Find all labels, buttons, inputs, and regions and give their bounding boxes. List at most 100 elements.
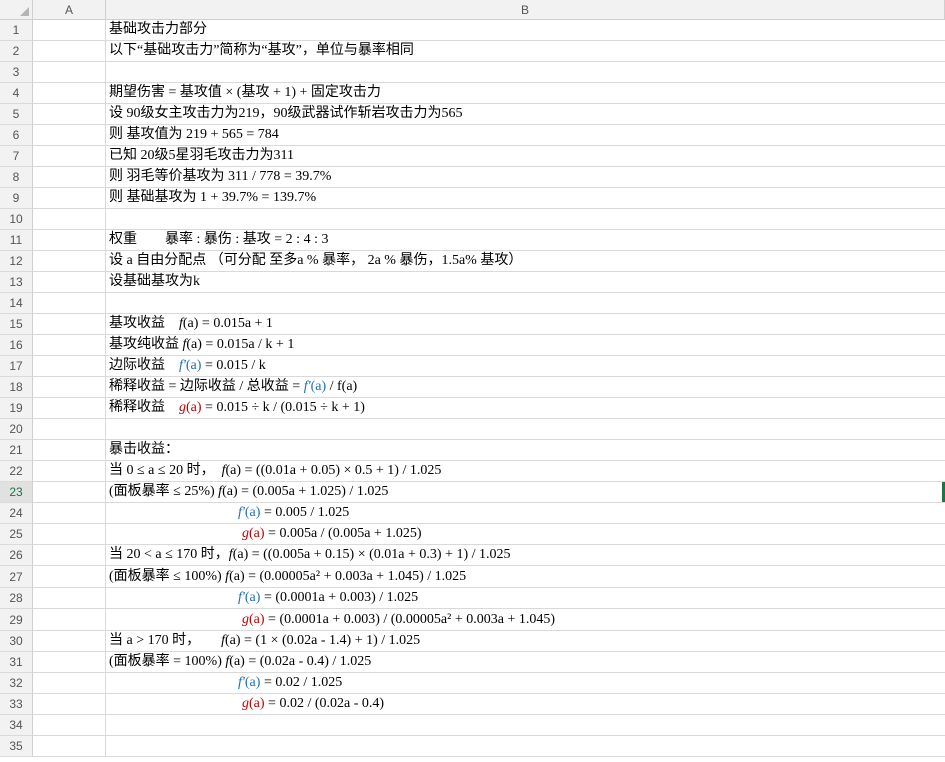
cell-a[interactable] (33, 356, 106, 377)
cell-a[interactable] (33, 419, 106, 440)
cell-b[interactable] (106, 293, 945, 314)
row-header[interactable]: 11 (0, 230, 33, 251)
row-header[interactable]: 22 (0, 461, 33, 482)
cell-b[interactable]: 基攻纯收益 f(a) = 0.015a / k + 1 (106, 335, 945, 356)
cell-a[interactable] (33, 188, 106, 209)
cell-b[interactable]: 设 a 自由分配点 （可分配 至多a % 暴率， 2a % 暴伤，1.5a% 基… (106, 251, 945, 272)
row-header[interactable]: 20 (0, 419, 33, 440)
cell-a[interactable] (33, 715, 106, 736)
row-header[interactable]: 3 (0, 62, 33, 83)
row-header[interactable]: 9 (0, 188, 33, 209)
cell-a[interactable] (33, 41, 106, 62)
cell-a[interactable] (33, 272, 106, 293)
cell-a[interactable] (33, 104, 106, 125)
cell-a[interactable] (33, 673, 106, 694)
cell-b[interactable]: 暴击收益： (106, 440, 945, 461)
row-header[interactable]: 27 (0, 566, 33, 588)
cell-b[interactable]: f'(a) = 0.02 / 1.025 (106, 673, 945, 694)
cell-a[interactable] (33, 524, 106, 545)
cell-a[interactable] (33, 146, 106, 167)
row-header[interactable]: 10 (0, 209, 33, 230)
cell-b[interactable]: 则 羽毛等价基攻为 311 / 778 = 39.7% (106, 167, 945, 188)
row-header[interactable]: 5 (0, 104, 33, 125)
row-header[interactable]: 18 (0, 377, 33, 398)
cell-b[interactable]: g(a) = (0.0001a + 0.003) / (0.00005a² + … (106, 609, 945, 631)
cell-a[interactable] (33, 83, 106, 104)
cell-b[interactable] (106, 715, 945, 736)
row-header[interactable]: 34 (0, 715, 33, 736)
cell-b[interactable]: (面板暴率 ≤ 100%) f(a) = (0.00005a² + 0.003a… (106, 566, 945, 588)
column-header-a[interactable]: A (33, 0, 106, 20)
row-header[interactable]: 23 (0, 482, 33, 503)
row-header[interactable]: 2 (0, 41, 33, 62)
row-header[interactable]: 4 (0, 83, 33, 104)
cell-b[interactable]: 则 基攻值为 219 + 565 = 784 (106, 125, 945, 146)
cell-b[interactable]: (面板暴率 ≤ 25%) f(a) = (0.005a + 1.025) / 1… (106, 482, 945, 503)
cell-b[interactable]: 权重 暴率 : 暴伤 : 基攻 = 2 : 4 : 3 (106, 230, 945, 251)
cell-a[interactable] (33, 652, 106, 673)
cell-b[interactable] (106, 62, 945, 83)
cell-a[interactable] (33, 609, 106, 631)
cell-b[interactable] (106, 209, 945, 230)
cell-a[interactable] (33, 314, 106, 335)
cell-a[interactable] (33, 398, 106, 419)
cell-b[interactable]: f'(a) = (0.0001a + 0.003) / 1.025 (106, 588, 945, 609)
row-header[interactable]: 29 (0, 609, 33, 631)
cell-b[interactable]: 已知 20级5星羽毛攻击力为311 (106, 146, 945, 167)
row-header[interactable]: 28 (0, 588, 33, 609)
cell-b[interactable]: 基础攻击力部分 (106, 20, 945, 41)
cell-a[interactable] (33, 62, 106, 83)
cell-b[interactable]: 边际收益 f'(a) = 0.015 / k (106, 356, 945, 377)
row-header[interactable]: 30 (0, 631, 33, 652)
cell-b[interactable]: 当 0 ≤ a ≤ 20 时， f(a) = ((0.01a + 0.05) ×… (106, 461, 945, 482)
select-all-corner[interactable] (0, 0, 33, 20)
row-header[interactable]: 16 (0, 335, 33, 356)
row-header[interactable]: 15 (0, 314, 33, 335)
row-header[interactable]: 13 (0, 272, 33, 293)
cell-a[interactable] (33, 230, 106, 251)
cell-a[interactable] (33, 209, 106, 230)
cell-b[interactable] (106, 419, 945, 440)
cell-a[interactable] (33, 20, 106, 41)
cell-a[interactable] (33, 461, 106, 482)
cell-b[interactable]: 稀释收益 = 边际收益 / 总收益 = f'(a) / f(a) (106, 377, 945, 398)
cell-a[interactable] (33, 167, 106, 188)
row-header[interactable]: 1 (0, 20, 33, 41)
cell-a[interactable] (33, 482, 106, 503)
cell-a[interactable] (33, 694, 106, 715)
cell-b[interactable]: g(a) = 0.02 / (0.02a - 0.4) (106, 694, 945, 715)
cell-b[interactable]: g(a) = 0.005a / (0.005a + 1.025) (106, 524, 945, 545)
cell-a[interactable] (33, 377, 106, 398)
cell-a[interactable] (33, 545, 106, 566)
row-header[interactable]: 31 (0, 652, 33, 673)
row-header[interactable]: 25 (0, 524, 33, 545)
cell-b[interactable]: 当 a > 170 时， f(a) = (1 × (0.02a - 1.4) +… (106, 631, 945, 652)
cell-b[interactable]: 基攻收益 f(a) = 0.015a + 1 (106, 314, 945, 335)
cell-b[interactable]: 设 90级女主攻击力为219，90级武器试作斩岩攻击力为565 (106, 104, 945, 125)
row-header[interactable]: 32 (0, 673, 33, 694)
cell-b[interactable] (106, 736, 945, 757)
cell-b[interactable]: 则 基础基攻为 1 + 39.7% = 139.7% (106, 188, 945, 209)
cell-b[interactable]: 以下“基础攻击力”简称为“基攻”，单位与暴率相同 (106, 41, 945, 62)
cell-a[interactable] (33, 588, 106, 609)
cell-b[interactable]: 期望伤害 = 基攻值 × (基攻 + 1) + 固定攻击力 (106, 83, 945, 104)
cell-a[interactable] (33, 631, 106, 652)
row-header[interactable]: 6 (0, 125, 33, 146)
row-header[interactable]: 24 (0, 503, 33, 524)
row-header[interactable]: 19 (0, 398, 33, 419)
cell-a[interactable] (33, 566, 106, 588)
row-header[interactable]: 35 (0, 736, 33, 757)
cell-b[interactable]: 当 20 < a ≤ 170 时，f(a) = ((0.005a + 0.15)… (106, 545, 945, 566)
cell-b[interactable]: (面板暴率 = 100%) f(a) = (0.02a - 0.4) / 1.0… (106, 652, 945, 673)
column-header-b[interactable]: B (106, 0, 945, 20)
row-header[interactable]: 8 (0, 167, 33, 188)
row-header[interactable]: 14 (0, 293, 33, 314)
row-header[interactable]: 26 (0, 545, 33, 566)
cell-a[interactable] (33, 440, 106, 461)
cell-a[interactable] (33, 293, 106, 314)
row-header[interactable]: 17 (0, 356, 33, 377)
cell-a[interactable] (33, 125, 106, 146)
row-header[interactable]: 7 (0, 146, 33, 167)
cell-a[interactable] (33, 736, 106, 757)
row-header[interactable]: 21 (0, 440, 33, 461)
